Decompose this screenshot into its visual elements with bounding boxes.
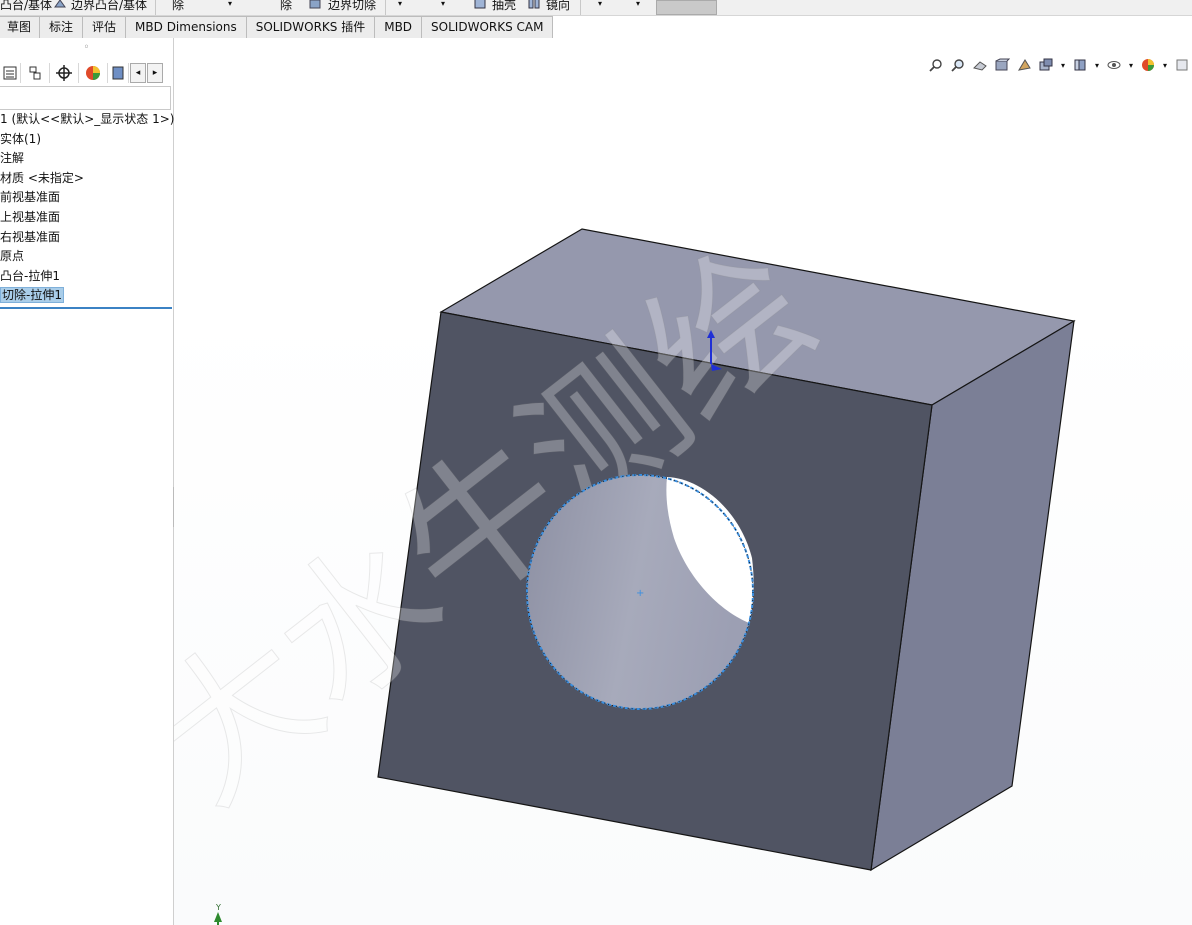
feature-manager-panel: ◦ ◂ ▸ 1 (默认<<默认>_显示状态 1>) 实体(1) 注解 材质 <未…: [0, 38, 174, 925]
tree-item-cut-extrude-label: 切除-拉伸1: [0, 287, 64, 304]
feature-manager-tab[interactable]: [0, 63, 21, 83]
toolbar-blank-button[interactable]: [656, 0, 717, 15]
rollback-bar[interactable]: [0, 307, 172, 309]
tree-item-part[interactable]: 1 (默认<<默认>_显示状态 1>): [0, 110, 174, 130]
tree-item-material[interactable]: 材质 <未指定>: [0, 169, 174, 189]
boundary-boss-icon[interactable]: [53, 0, 67, 10]
shell-icon[interactable]: [473, 0, 487, 10]
hole-center-mark: +: [636, 588, 644, 599]
tree-item-annotations[interactable]: 注解: [0, 149, 174, 169]
crosshair-icon: [56, 65, 72, 81]
dropdown-arrow-icon[interactable]: ▾: [636, 0, 640, 8]
tree-item-solid-bodies[interactable]: 实体(1): [0, 130, 174, 150]
property-icon: [29, 66, 41, 80]
dropdown-arrow-icon[interactable]: ▾: [228, 0, 232, 8]
tab-sketch[interactable]: 草图: [0, 16, 41, 39]
model-graphics: 大水牛测绘 + Y: [174, 213, 1076, 925]
dropdown-arrow-icon[interactable]: ▾: [598, 0, 602, 8]
tab-solidworks-addins[interactable]: SOLIDWORKS 插件: [246, 16, 376, 39]
tab-evaluate[interactable]: 评估: [83, 16, 127, 39]
feature-tree: 1 (默认<<默认>_显示状态 1>) 实体(1) 注解 材质 <未指定> 前视…: [0, 110, 174, 306]
tree-item-boss-extrude[interactable]: 凸台-拉伸1: [0, 267, 174, 287]
boundary-cut-button[interactable]: 边界切除: [328, 0, 376, 13]
cam-manager-tab[interactable]: [108, 63, 129, 83]
command-manager-tabs: 草图 标注 评估 MBD Dimensions SOLIDWORKS 插件 MB…: [0, 16, 554, 39]
tab-mbd[interactable]: MBD: [375, 16, 423, 39]
cam-icon: [112, 66, 124, 80]
panel-grip[interactable]: ◦: [0, 38, 173, 58]
mirror-button[interactable]: 镜向: [546, 0, 570, 13]
tree-item-cut-extrude[interactable]: 切除-拉伸1: [0, 286, 174, 306]
panel-tab-bar: ◂ ▸: [0, 62, 163, 84]
chevron-left-icon[interactable]: ◂: [130, 63, 146, 83]
tree-item-right-plane[interactable]: 右视基准面: [0, 228, 174, 248]
shell-button[interactable]: 抽壳: [492, 0, 516, 13]
command-manager-toolbar: 凸台/基体 边界凸台/基体 除 ▾ 除 边界切除 ▾ ▾ 抽壳 镜向 ▾ ▾: [0, 0, 1192, 16]
tree-item-front-plane[interactable]: 前视基准面: [0, 188, 174, 208]
appearance-icon: [86, 66, 100, 80]
feature-filter-input[interactable]: [0, 86, 171, 110]
graphics-viewport[interactable]: ▾ ▾ ▾ ▾ 大水牛测绘 + Y: [174, 38, 1192, 925]
tree-item-top-plane[interactable]: 上视基准面: [0, 208, 174, 228]
display-manager-tab[interactable]: [79, 63, 108, 83]
property-manager-tab[interactable]: [21, 63, 50, 83]
chevron-right-icon[interactable]: ▸: [147, 63, 163, 83]
boss-base-label[interactable]: 凸台/基体: [0, 0, 52, 13]
configuration-manager-tab[interactable]: [50, 63, 79, 83]
tree-item-origin[interactable]: 原点: [0, 247, 174, 267]
boundary-boss-button[interactable]: 边界凸台/基体: [71, 0, 147, 13]
toolbar-cut-label[interactable]: 除: [172, 0, 184, 13]
boundary-cut-icon[interactable]: [308, 0, 322, 10]
triad-y-label: Y: [215, 903, 221, 912]
mirror-icon[interactable]: [527, 0, 541, 10]
dropdown-arrow-icon[interactable]: ▾: [398, 0, 402, 8]
tab-solidworks-cam[interactable]: SOLIDWORKS CAM: [422, 16, 554, 39]
dropdown-arrow-icon[interactable]: ▾: [441, 0, 445, 8]
tab-markup[interactable]: 标注: [40, 16, 84, 39]
feature-tree-icon: [3, 66, 17, 80]
toolbar-cut-label-2[interactable]: 除: [280, 0, 292, 13]
tab-mbd-dimensions[interactable]: MBD Dimensions: [126, 16, 247, 39]
